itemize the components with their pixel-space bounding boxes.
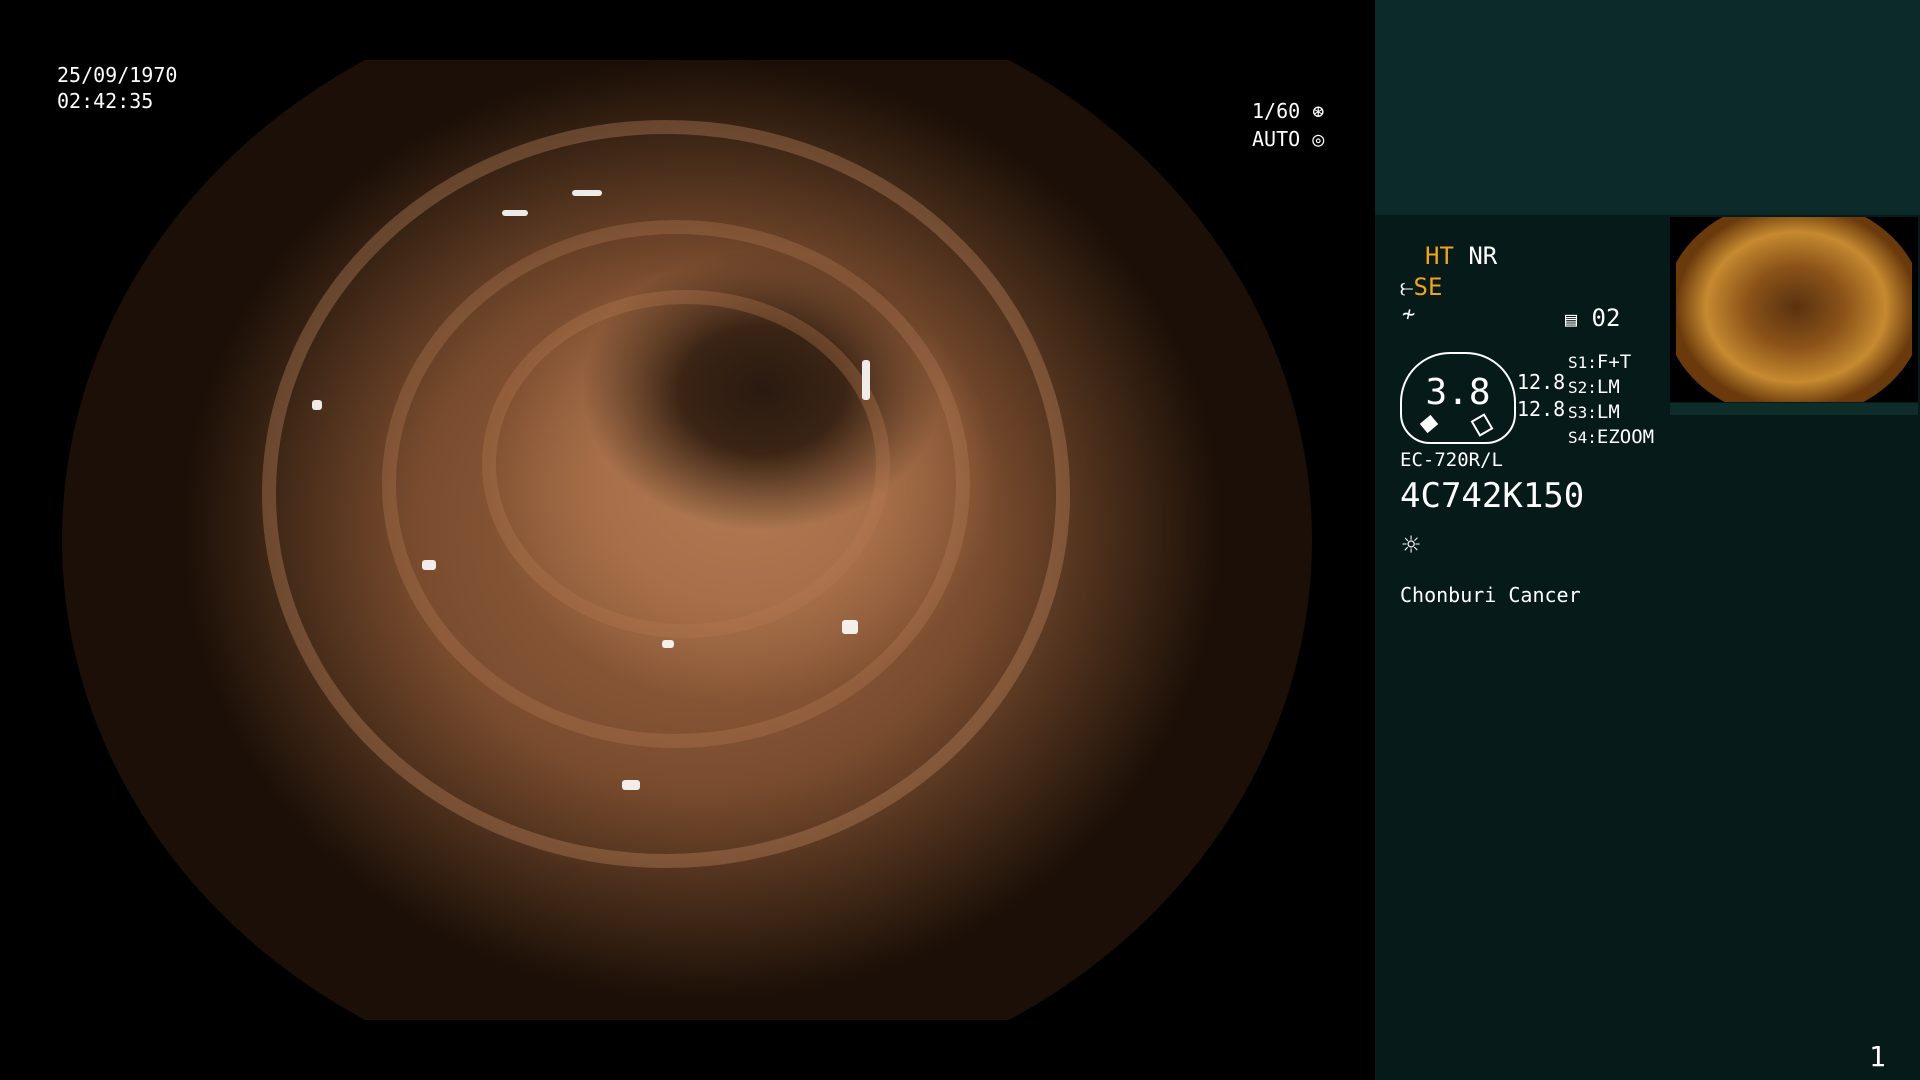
storage-row: ▤ 02 <box>1565 304 1620 332</box>
shutter-label: 1/60 ⊛ <box>1252 98 1324 124</box>
light-icon: ☼ <box>1402 528 1421 563</box>
specular-highlight <box>572 190 602 196</box>
mode-row: HT NR <box>1425 242 1497 270</box>
thumbnail-caption-bar <box>1670 403 1918 415</box>
value-1: 12.8 <box>1517 370 1566 394</box>
storage-icon: ▤ <box>1565 307 1578 331</box>
storage-number: 02 <box>1591 304 1621 332</box>
structure-enhance-icon: ⥼ <box>1400 273 1414 301</box>
scope-serial: 4C742K150 <box>1400 476 1585 516</box>
aperture-icon: ⊛ <box>1312 99 1325 123</box>
thumbnail-image <box>1676 217 1912 402</box>
specular-highlight <box>502 210 528 216</box>
hospital-name: Chonburi Cancer <box>1400 583 1581 607</box>
specular-highlight <box>662 640 674 648</box>
endoscope-view: 25/09/1970 02:42:35 1/60 ⊛ AUTO ◎ <box>0 0 1375 1080</box>
iris-label: AUTO ◎ <box>1252 126 1324 152</box>
gauge-marker <box>1419 414 1439 434</box>
specular-highlight <box>622 780 640 790</box>
time-label: 02:42:35 <box>57 89 154 113</box>
scope-model: EC-720R/L <box>1400 449 1503 471</box>
switch-item: S1:F+T <box>1568 351 1632 373</box>
iris-icon: ◎ <box>1312 127 1325 151</box>
color-mode-icon: ≁ <box>1402 302 1416 327</box>
shutter-value: 1/60 <box>1252 99 1301 123</box>
page-number: 1 <box>1869 1040 1886 1073</box>
se-indicator: SE <box>1413 273 1443 301</box>
se-row: ⥼SE <box>1400 273 1442 301</box>
specular-highlight <box>842 620 858 634</box>
endoscopic-image <box>62 60 1312 1020</box>
info-header-panel <box>1375 0 1920 215</box>
date-label: 25/09/1970 <box>57 63 178 87</box>
ht-indicator: HT <box>1425 242 1454 270</box>
specular-highlight <box>422 560 436 570</box>
switch-item: S4:EZOOM <box>1568 426 1655 448</box>
switch-item: S3:LM <box>1568 401 1620 423</box>
value-2: 12.8 <box>1517 397 1566 421</box>
zoom-value: 3.8 <box>1425 372 1491 413</box>
mucosal-fold <box>482 290 890 638</box>
switch-list: S1:F+T S2:LM S3:LM S4:EZOOM <box>1568 350 1654 450</box>
switch-item: S2:LM <box>1568 376 1620 398</box>
zoom-gauge: 3.8 <box>1400 352 1516 444</box>
specular-highlight <box>312 400 322 410</box>
nr-indicator: NR <box>1468 242 1498 270</box>
thumbnail-frame[interactable] <box>1670 217 1918 402</box>
iris-value: AUTO <box>1252 127 1301 151</box>
gauge-marker <box>1470 413 1494 437</box>
specular-highlight <box>862 360 870 400</box>
